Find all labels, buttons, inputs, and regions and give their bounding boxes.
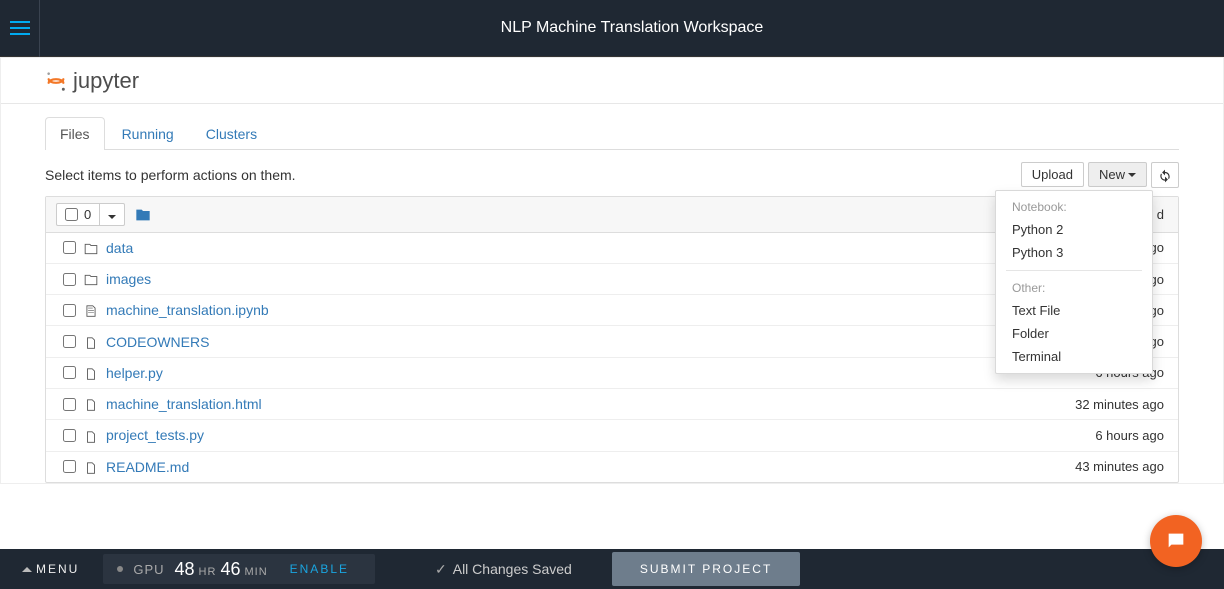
file-icon [82,365,100,381]
row-checkbox[interactable] [63,398,76,411]
file-icon [82,459,100,475]
chat-fab[interactable] [1150,515,1202,567]
workspace-title: NLP Machine Translation Workspace [40,19,1224,37]
status-dot-icon [117,566,123,572]
file-row: project_tests.py 6 hours ago [46,420,1178,451]
action-buttons: Upload New Notebook: Python 2 Python 3 [1021,162,1179,188]
check-icon: ✓ [435,561,447,578]
jupyter-icon [45,70,67,92]
dropdown-item-textfile[interactable]: Text File [996,299,1152,322]
dropdown-header-other: Other: [996,277,1152,299]
row-checkbox[interactable] [63,366,76,379]
gpu-label: GPU [133,562,164,577]
folder-icon [82,271,100,287]
dropdown-item-python3[interactable]: Python 3 [996,241,1152,264]
row-checkbox[interactable] [63,335,76,348]
folder-icon [135,207,151,223]
breadcrumb-root[interactable] [135,206,151,223]
action-hint: Select items to perform actions on them. [45,167,296,183]
bottombar: MENU GPU 48 HR 46 MIN ENABLE ✓ All Chang… [0,549,1224,589]
submit-button[interactable]: SUBMIT PROJECT [612,552,800,586]
file-link[interactable]: data [106,240,133,256]
file-modified: 43 minutes ago [1075,459,1168,474]
file-link[interactable]: images [106,271,151,287]
row-checkbox[interactable] [63,460,76,473]
chat-icon [1165,530,1187,552]
row-checkbox[interactable] [63,304,76,317]
enable-button[interactable]: ENABLE [278,562,361,576]
file-row: machine_translation.html 32 minutes ago [46,389,1178,420]
jupyter-logo-text: jupyter [73,68,139,94]
gpu-hr-unit: HR [199,566,217,578]
file-modified: 32 minutes ago [1075,397,1168,412]
content-wrap: jupyter Files Running Clusters Select it… [0,57,1224,484]
gpu-min-unit: MIN [244,566,267,578]
select-menu-toggle[interactable] [100,204,124,225]
dropdown-item-folder[interactable]: Folder [996,322,1152,345]
action-row: Select items to perform actions on them.… [45,162,1179,188]
dropdown-item-terminal[interactable]: Terminal [996,345,1152,368]
file-link[interactable]: machine_translation.html [106,396,262,412]
new-button[interactable]: New [1088,162,1147,187]
file-link[interactable]: machine_translation.ipynb [106,302,269,318]
dropdown-divider [1006,270,1142,271]
tab-clusters[interactable]: Clusters [191,117,272,150]
gpu-minutes: 46 [220,559,240,580]
file-icon [82,396,100,412]
row-checkbox[interactable] [63,273,76,286]
refresh-button[interactable] [1151,162,1179,188]
save-status: ✓ All Changes Saved [435,561,572,578]
caret-down-icon [1128,173,1136,177]
file-link[interactable]: project_tests.py [106,427,204,443]
topbar: NLP Machine Translation Workspace [0,0,1224,57]
hamburger-button[interactable] [0,0,40,57]
jupyter-header: jupyter [1,58,1223,104]
file-link[interactable]: README.md [106,459,189,475]
gpu-status: GPU 48 HR 46 MIN ENABLE [103,554,375,584]
row-checkbox[interactable] [63,241,76,254]
file-row: README.md 43 minutes ago [46,452,1178,482]
tab-running[interactable]: Running [107,117,189,150]
caret-down-icon [108,215,116,219]
chevron-up-icon [22,567,32,572]
dropdown-header-notebook: Notebook: [996,196,1152,218]
file-link[interactable]: helper.py [106,365,163,381]
hamburger-icon [10,27,30,29]
refresh-icon [1158,169,1172,183]
tab-files[interactable]: Files [45,117,105,150]
selected-count: 0 [84,207,91,222]
menu-label: MENU [36,562,79,576]
row-checkbox[interactable] [63,429,76,442]
dropdown-item-python2[interactable]: Python 2 [996,218,1152,241]
tabs: Files Running Clusters [45,116,1179,150]
file-icon [82,333,100,349]
select-all-group: 0 [56,203,125,226]
jupyter-logo[interactable]: jupyter [45,68,139,94]
save-status-text: All Changes Saved [453,561,572,577]
file-link[interactable]: CODEOWNERS [106,334,209,350]
file-modified: 6 hours ago [1095,428,1168,443]
upload-button[interactable]: Upload [1021,162,1084,187]
new-button-label: New [1099,167,1125,182]
folder-icon [82,240,100,256]
last-modified-header[interactable]: d [1157,207,1168,222]
menu-toggle[interactable]: MENU [0,562,97,576]
gpu-hours: 48 [175,559,195,580]
new-dropdown: Notebook: Python 2 Python 3 Other: Text … [995,190,1153,374]
notebook-icon [82,302,100,318]
select-all-checkbox[interactable] [65,208,78,221]
file-icon [82,427,100,443]
